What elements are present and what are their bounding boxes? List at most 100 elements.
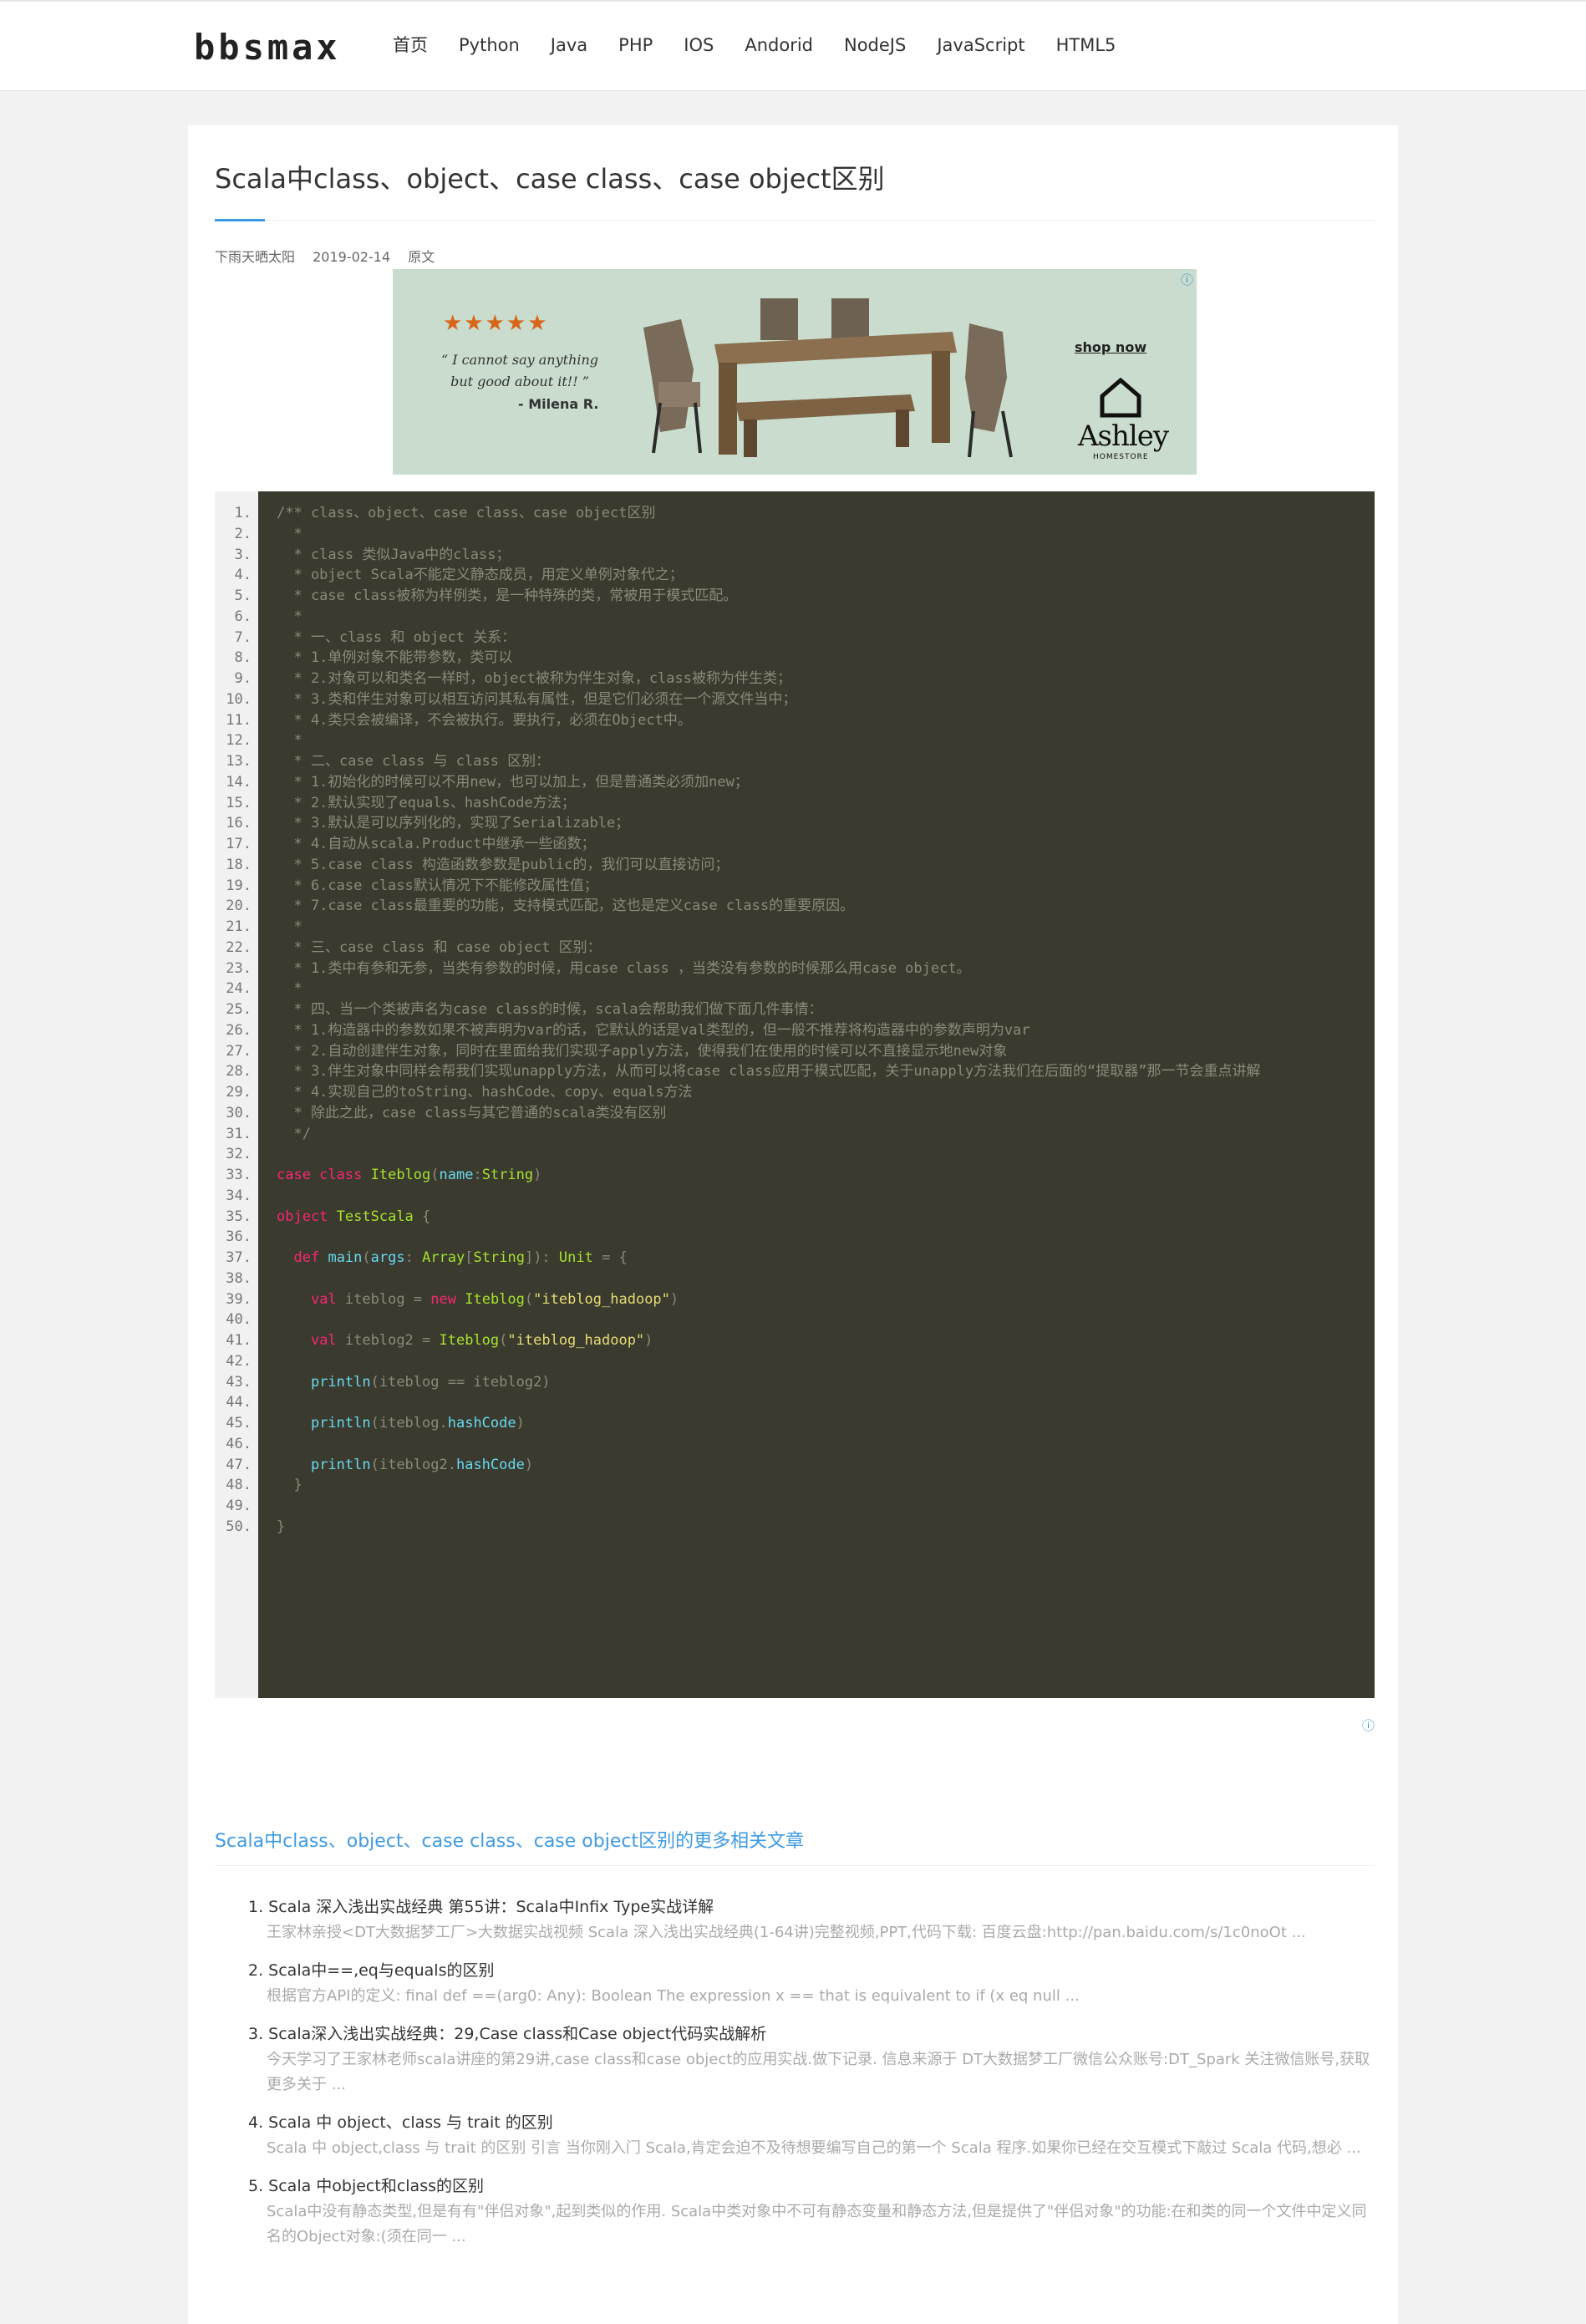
code-line: 49. [215, 1496, 1375, 1517]
related-article-title[interactable]: 5. Scala 中object和class的区别 [248, 2173, 1375, 2199]
related-articles-title: Scala中class、object、case class、case objec… [215, 1831, 805, 1852]
line-number: 12. [226, 732, 252, 750]
line-number: 28. [226, 1063, 252, 1081]
code-text: * [277, 525, 302, 542]
code-text: * [277, 608, 302, 625]
code-line: 7. * 一、class 和 object 关系： [215, 628, 1375, 648]
code-line: 47. println(iteblog2.hashCode) [215, 1455, 1375, 1476]
line-number: 33. [226, 1167, 252, 1183]
publish-date: 2019-02-14 [313, 249, 391, 265]
related-article-item[interactable]: 4. Scala 中 object、class 与 trait 的区别 Scala… [248, 2109, 1375, 2161]
ad-brand-name: Ashley [1078, 420, 1169, 453]
line-number: 17. [226, 836, 252, 852]
article-card: Scala中class、object、case class、case objec… [188, 125, 1398, 2324]
code-lines: 1. /** class、object、case class、case objec… [215, 503, 1375, 1538]
line-number: 22. [226, 938, 252, 956]
code-line: 39. val iteblog = new Iteblog("iteblog_h… [215, 1289, 1375, 1310]
line-number: 34. [226, 1187, 252, 1204]
nav-item-6[interactable]: NodeJS [844, 32, 906, 58]
nav-item-4[interactable]: IOS [684, 32, 714, 58]
line-number: 6. [234, 608, 252, 625]
code-line: 50.} [215, 1517, 1375, 1538]
code-line: 36. [215, 1227, 1375, 1248]
code-text: * 一、class 和 object 关系： [277, 628, 516, 646]
main-nav: 首页 Python Java PHP IOS Andorid NodeJS JavaScrip… [393, 32, 1146, 58]
related-article-item[interactable]: 1. Scala 深入浅出实战经典 第55讲：Scala中Infix Type实… [248, 1894, 1375, 1945]
code-text: println(iteblog2.hashCode) [310, 1456, 534, 1473]
code-line: 20. * 7.case class最重要的功能，支持模式匹配，这也是定义cas… [215, 896, 1375, 917]
code-text: * [277, 918, 302, 935]
code-line: 6. * [215, 607, 1375, 628]
house-logo-icon [1100, 378, 1141, 418]
code-text: * 7.case class最重要的功能，支持模式匹配，这也是定义case cl… [277, 898, 855, 915]
code-line: 29. * 4.实现自己的toString、hashCode、copy、equa… [215, 1082, 1375, 1103]
code-line: 30. * 除此之此，case class与其它普通的scala类没有区别 [215, 1103, 1375, 1124]
ad-info-icon[interactable]: ⓘ [1181, 271, 1193, 288]
code-text: * 4.自动从scala.Product中继承一些函数； [277, 836, 596, 852]
nav-item-3[interactable]: PHP [618, 32, 653, 58]
line-number: 14. [226, 773, 252, 791]
code-line: 33. case class Iteblog(name:String) [215, 1165, 1375, 1186]
code-text: * class 类似Java中的class； [277, 546, 511, 563]
code-line: 42. [215, 1351, 1375, 1372]
ad-info-icon[interactable]: ⓘ [1362, 1716, 1375, 1734]
line-number: 21. [226, 918, 252, 935]
code-text: * 6.case class默认情况下不能修改属性值； [277, 877, 598, 894]
related-article-snippet: 今天学习了王家林老师scala讲座的第29讲,case class和case o… [267, 2051, 1370, 2093]
title-accent-bar [215, 219, 265, 221]
shop-now-link[interactable]: shop now [1075, 339, 1146, 355]
line-number: 41. [226, 1332, 252, 1349]
code-text: /** class、object、case class、case object区… [277, 505, 656, 521]
nav-item-8[interactable]: HTML5 [1056, 32, 1116, 58]
bottom-ad-slot[interactable]: ⓘ [215, 1716, 1375, 1917]
related-article-title[interactable]: 1. Scala 深入浅出实战经典 第55讲：Scala中Infix Type实… [248, 1894, 1375, 1920]
code-text: val iteblog = new Iteblog("iteblog_hadoo… [310, 1290, 679, 1308]
related-article-item[interactable]: 2. Scala中==,eq与equals的区别 根据官方API的定义: fina… [248, 1957, 1375, 2009]
code-text: * 5.case class 构造函数参数是public的，我们可以直接访问； [277, 856, 729, 873]
nav-item-0[interactable]: 首页 [393, 32, 428, 58]
related-article-title[interactable]: 2. Scala中==,eq与equals的区别 [248, 1957, 1375, 1984]
code-line: 24. * [215, 979, 1375, 999]
related-article-item[interactable]: 5. Scala 中object和class的区别 Scala中没有静态类型,但是… [248, 2173, 1375, 2250]
code-text: * 三、case class 和 case object 区别： [277, 938, 602, 956]
line-number: 32. [226, 1146, 252, 1163]
author-name: 下雨天晒太阳 [215, 249, 296, 265]
related-article-title[interactable]: 3. Scala深入浅出实战经典：29,Case class和Case obje… [248, 2021, 1375, 2047]
line-number: 20. [226, 898, 252, 915]
related-article-snippet: Scala中没有静态类型,但是有有"伴侣对象",起到类似的作用. Scala中类… [267, 2203, 1367, 2245]
line-number: 26. [226, 1021, 252, 1039]
source-link[interactable]: 原文 [408, 249, 435, 265]
line-number: 42. [226, 1352, 252, 1370]
line-number: 7. [234, 628, 252, 646]
line-number: 40. [226, 1311, 252, 1329]
code-text: * 2.自动创建伴生对象，同时在里面给我们实现子apply方法，使得我们在使用的… [277, 1042, 1008, 1060]
line-number: 38. [226, 1269, 252, 1287]
line-number: 45. [226, 1415, 252, 1432]
code-line: 37. def main(args: Array[String]): Unit … [215, 1248, 1375, 1269]
line-number: 4. [234, 567, 252, 584]
code-text: * case class被称为样例类，是一种特殊的类，常被用于模式匹配。 [277, 587, 738, 604]
ad-quote: “ I cannot say anything but good about i… [440, 352, 599, 389]
nav-item-5[interactable]: Andorid [745, 32, 813, 58]
code-text: * 4.实现自己的toString、hashCode、copy、equals方法 [277, 1084, 693, 1101]
related-article-item[interactable]: 3. Scala深入浅出实战经典：29,Case class和Case obje… [248, 2021, 1375, 2098]
line-number: 10. [226, 690, 252, 708]
furniture-ad-banner[interactable]: ⓘ ★★★★★ “ I cannot say anything but good… [393, 269, 1197, 475]
code-text: println(iteblog == iteblog2) [310, 1373, 551, 1391]
dining-table-image [635, 286, 1036, 470]
nav-item-2[interactable]: Java [551, 32, 587, 58]
code-line: 44. [215, 1392, 1375, 1413]
nav-item-1[interactable]: Python [459, 32, 520, 58]
code-line: 25. * 四、当一个类被声名为case class的时候，scala会帮助我们… [215, 999, 1375, 1020]
site-logo[interactable]: bbsmax [194, 27, 341, 69]
related-article-title[interactable]: 4. Scala 中 object、class 与 trait 的区别 [248, 2109, 1375, 2136]
code-line: 23. * 1.类中有参和无参，当类有参数的时候，用case class ，当类… [215, 959, 1375, 979]
line-number: 23. [226, 959, 252, 977]
line-number: 49. [226, 1498, 252, 1514]
nav-item-7[interactable]: JavaScript [937, 32, 1024, 58]
